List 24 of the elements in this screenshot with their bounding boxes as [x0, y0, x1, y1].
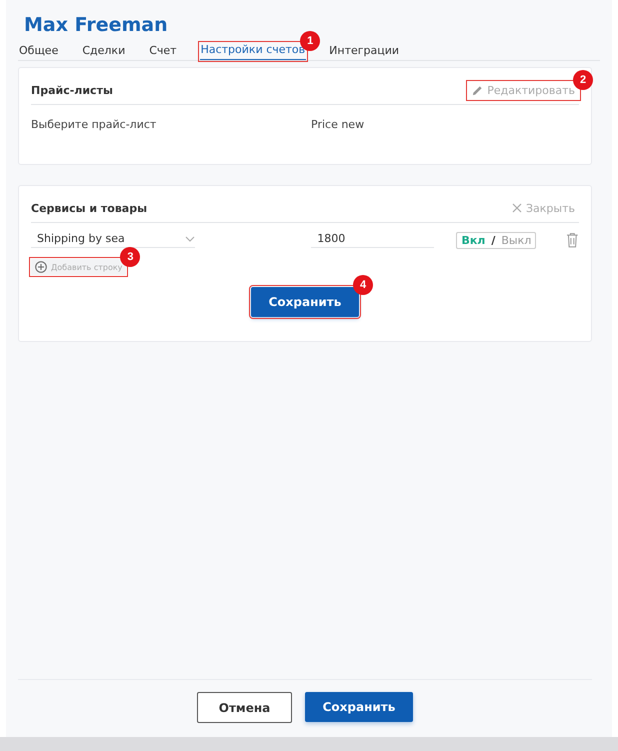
- contact-name: Max Freeman: [24, 14, 169, 36]
- close-icon: [512, 203, 522, 213]
- save-button[interactable]: Сохранить: [251, 287, 359, 317]
- tab[interactable]: Настройки счетов: [200, 43, 306, 60]
- product-dropdown[interactable]: Shipping by sea: [31, 232, 196, 248]
- price-field[interactable]: 1800: [311, 232, 434, 248]
- tab[interactable]: Счет: [148, 44, 178, 60]
- trash-icon[interactable]: [566, 232, 579, 248]
- callout-badge: 2: [573, 70, 593, 90]
- chevron-icon: [185, 236, 196, 242]
- plus-circle-icon: [35, 261, 47, 273]
- field-value: Price new: [311, 118, 364, 131]
- section-title: Сервисы и товары: [31, 202, 148, 214]
- pencil-icon: [472, 84, 484, 96]
- tab[interactable]: Интеграции: [328, 44, 400, 60]
- section-title: Прайс-листы: [31, 84, 113, 96]
- callout-badge: 3: [120, 247, 140, 267]
- on-off-toggle[interactable]: Вкл / Выкл: [456, 232, 536, 248]
- tab[interactable]: Общее: [18, 44, 60, 60]
- callout-badge: 4: [353, 275, 373, 295]
- cancel-button[interactable]: Отмена: [197, 692, 292, 723]
- save-button[interactable]: Сохранить: [305, 692, 413, 722]
- field-label: Выберите прайс-лист: [31, 118, 158, 131]
- tab[interactable]: Сделки: [81, 44, 126, 60]
